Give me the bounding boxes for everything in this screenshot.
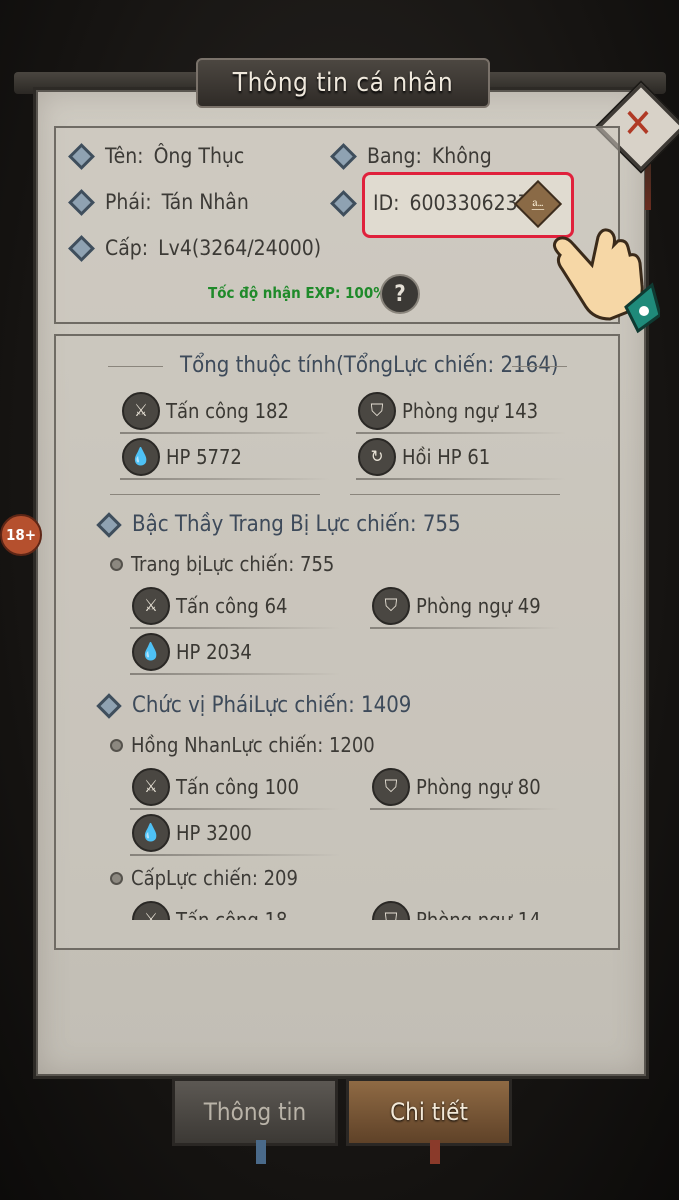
title-divider-left — [108, 366, 163, 367]
stat-label: Tấn công 182 — [166, 399, 289, 423]
stat-hp: 💧 HP 5772 — [122, 437, 242, 477]
diamond-icon — [330, 142, 357, 170]
bullet-icon — [110, 738, 123, 752]
stat-underline — [130, 808, 340, 810]
id-label: ID: — [373, 191, 400, 215]
stat-label: HP 3200 — [176, 821, 252, 845]
stat-defense: ⛉ Phòng ngự 143 — [358, 391, 538, 431]
master-title: Bậc Thầy Trang Bị Lực chiến: 755 — [132, 512, 461, 537]
master-sub-title: Trang bịLực chiến: 755 — [131, 552, 335, 576]
name-row: Tên: Ông Thục — [68, 142, 245, 170]
rank-sub2: CấpLực chiến: 209 — [110, 866, 298, 890]
stat-attack: ⚔ Tấn công 18 — [132, 900, 287, 920]
rank-sub2-title: CấpLực chiến: 209 — [131, 866, 298, 890]
rank-sub1-title: Hồng NhanLực chiến: 1200 — [131, 733, 375, 757]
diamond-icon — [68, 234, 95, 262]
diamond-icon — [330, 189, 357, 217]
stat-defense: ⛉ Phòng ngự 80 — [372, 767, 541, 807]
diamond-icon — [96, 692, 122, 719]
clipped-row-container: ⚔ Tấn công 18 ⛉ Phòng ngự 14 — [56, 896, 616, 920]
guild-row: Bang: Không — [330, 142, 492, 170]
sword-icon: ⚔ — [132, 768, 170, 806]
level-label: Cấp: — [105, 236, 149, 260]
stat-label: Tấn công 100 — [176, 775, 299, 799]
stat-underline — [130, 854, 340, 856]
section-divider — [350, 494, 560, 495]
drop-icon: 💧 — [132, 814, 170, 852]
page-title: Thông tin cá nhân — [196, 58, 490, 108]
shield-icon: ⛉ — [372, 587, 410, 625]
diamond-icon — [68, 142, 95, 170]
rank-title: Chức vị PháiLực chiến: 1409 — [132, 693, 412, 718]
stat-underline — [356, 432, 566, 434]
name-value: Ông Thục — [153, 144, 245, 168]
drop-icon: 💧 — [122, 438, 160, 476]
pointer-hand-icon — [553, 228, 660, 334]
drop-icon: 💧 — [132, 633, 170, 671]
stat-label: HP 5772 — [166, 445, 242, 469]
diamond-icon — [96, 511, 122, 538]
stat-label: Tấn công 18 — [176, 908, 288, 920]
stat-defense: ⛉ Phòng ngự 14 — [372, 900, 541, 920]
id-row: ID: 60033062374 — [330, 189, 542, 217]
help-button[interactable]: ? — [380, 274, 420, 314]
stat-hp: 💧 HP 3200 — [132, 813, 252, 853]
level-row: Cấp: Lv4(3264/24000) — [68, 234, 322, 262]
age-rating-badge: 18+ — [0, 514, 42, 556]
master-sub: Trang bịLực chiến: 755 — [110, 552, 334, 576]
shield-icon: ⛉ — [372, 901, 410, 920]
faction-value: Tán Nhân — [161, 190, 249, 214]
stat-underline — [120, 432, 330, 434]
stat-underline — [130, 673, 340, 675]
stat-attack: ⚔ Tấn công 100 — [132, 767, 299, 807]
exp-rate-text: Tốc độ nhận EXP: 100% — [208, 284, 387, 302]
sword-icon: ⚔ — [132, 901, 170, 920]
stat-attack: ⚔ Tấn công 64 — [132, 586, 287, 626]
guild-label: Bang: — [367, 144, 422, 168]
section-divider — [110, 494, 320, 495]
stat-underline — [120, 478, 330, 480]
guild-value: Không — [431, 144, 492, 168]
stat-attack: ⚔ Tấn công 182 — [122, 391, 289, 431]
name-label: Tên: — [105, 144, 144, 168]
sword-icon: ⚔ — [122, 392, 160, 430]
tab-tassel — [256, 1140, 266, 1164]
master-section: Bậc Thầy Trang Bị Lực chiến: 755 — [96, 511, 461, 538]
stat-label: Phòng ngự 143 — [402, 399, 539, 423]
rank-sub1: Hồng NhanLực chiến: 1200 — [110, 733, 375, 757]
stat-underline — [130, 627, 340, 629]
stat-label: Phòng ngự 14 — [416, 908, 541, 920]
stat-label: Phòng ngự 49 — [416, 594, 541, 618]
shield-icon: ⛉ — [358, 392, 396, 430]
stat-defense: ⛉ Phòng ngự 49 — [372, 586, 541, 626]
stat-hp-regen: ↻ Hồi HP 61 — [358, 437, 490, 477]
diamond-icon — [68, 188, 95, 216]
stat-hp: 💧 HP 2034 — [132, 632, 252, 672]
tab-detail[interactable]: Chi tiết — [346, 1078, 512, 1146]
faction-row: Phái: Tán Nhân — [68, 188, 249, 216]
bullet-icon — [110, 557, 123, 571]
total-stats-title: Tổng thuộc tính(TổngLực chiến: 2164) — [180, 353, 559, 378]
regen-icon: ↻ — [358, 438, 396, 476]
tab-tassel — [430, 1140, 440, 1164]
sword-icon: ⚔ — [132, 587, 170, 625]
stat-underline — [356, 478, 566, 480]
bullet-icon — [110, 871, 123, 885]
title-divider-right — [512, 366, 567, 367]
faction-label: Phái: — [105, 190, 152, 214]
stat-underline — [370, 808, 560, 810]
stat-underline — [370, 627, 560, 629]
stat-label: Phòng ngự 80 — [416, 775, 541, 799]
rank-section: Chức vị PháiLực chiến: 1409 — [96, 692, 412, 719]
level-value: Lv4(3264/24000) — [158, 236, 322, 260]
stat-label: Tấn công 64 — [176, 594, 288, 618]
shield-icon: ⛉ — [372, 768, 410, 806]
tab-info[interactable]: Thông tin — [172, 1078, 338, 1146]
stat-label: Hồi HP 61 — [402, 445, 491, 469]
stat-label: HP 2034 — [176, 640, 252, 664]
